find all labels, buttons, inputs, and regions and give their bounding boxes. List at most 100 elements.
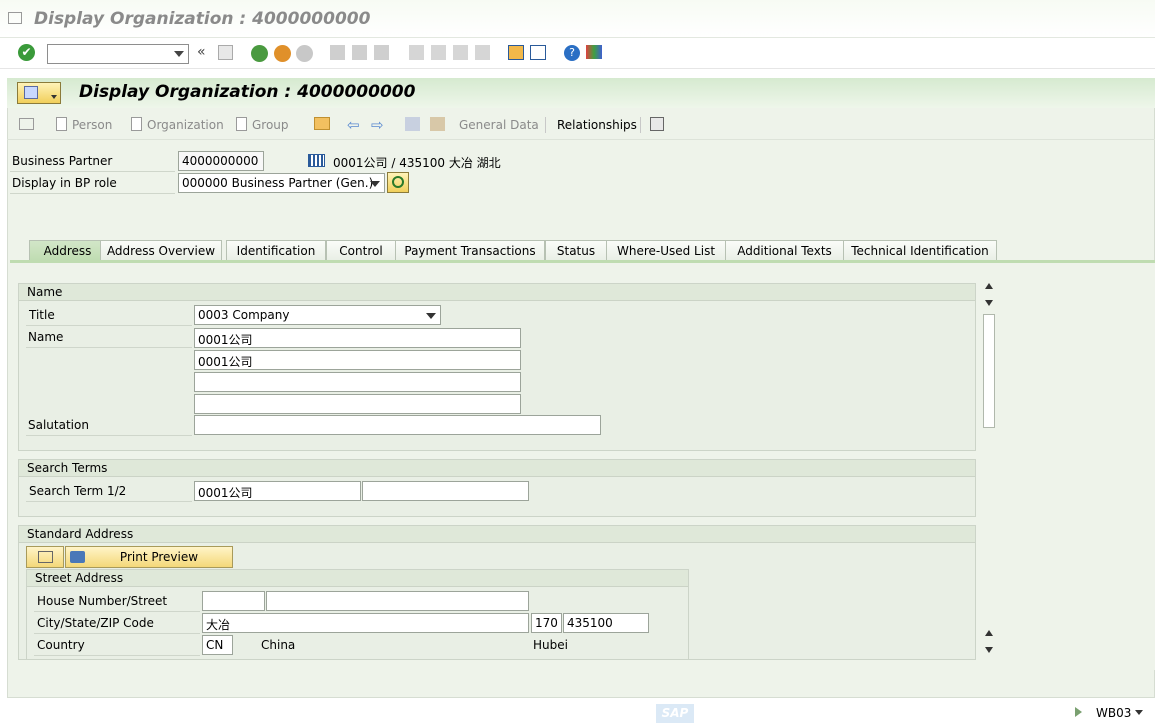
business-partner-field[interactable]: 4000000000: [178, 151, 264, 171]
collapse-icon[interactable]: «: [197, 44, 206, 60]
tab-status[interactable]: Status: [545, 240, 607, 261]
address-nav-button[interactable]: [26, 546, 64, 568]
print-icon[interactable]: [330, 45, 345, 60]
name-1-field[interactable]: 0001公司: [194, 328, 521, 348]
title-label: Title: [29, 308, 55, 322]
magnifier-icon: [392, 176, 404, 188]
label-underline: [26, 501, 192, 502]
screen-header: Display Organization : 4000000000: [7, 78, 1155, 108]
country-code-field[interactable]: CN: [202, 635, 233, 655]
new-session-icon[interactable]: [508, 45, 524, 60]
create-organization-button[interactable]: Organization: [147, 118, 224, 132]
name-3-field[interactable]: [194, 372, 521, 392]
tab-where-used-list[interactable]: Where-Used List: [606, 240, 726, 261]
printer-icon: [70, 551, 85, 563]
relationships-button[interactable]: Relationships: [557, 118, 637, 132]
city-field[interactable]: 大冶: [202, 613, 529, 633]
tab-address[interactable]: Address: [29, 240, 106, 261]
house-number-field[interactable]: [202, 591, 265, 611]
relationship-network-icon[interactable]: [650, 117, 664, 131]
arrow-right-icon[interactable]: ⇨: [371, 116, 384, 134]
window-title: Display Organization : 4000000000: [34, 9, 371, 29]
enter-icon[interactable]: ✔: [18, 44, 35, 61]
find-next-icon[interactable]: [374, 45, 389, 60]
tab-address-overview[interactable]: Address Overview: [100, 240, 222, 261]
scroll-down-icon[interactable]: [985, 647, 993, 653]
name-4-field[interactable]: [194, 394, 521, 414]
scroll-thumb[interactable]: [983, 314, 995, 428]
command-field[interactable]: [47, 44, 189, 64]
label-underline: [26, 435, 192, 436]
switch-mode-button[interactable]: [17, 82, 61, 104]
customize-layout-icon[interactable]: [586, 45, 602, 59]
bp-role-value: 000000 Business Partner (Gen.): [182, 176, 374, 190]
find-icon[interactable]: [352, 45, 367, 60]
label-underline: [10, 193, 175, 194]
prev-page-icon[interactable]: [431, 45, 446, 60]
general-data-button[interactable]: General Data: [459, 118, 539, 132]
create-group-button[interactable]: Group: [252, 118, 289, 132]
chevron-down-icon[interactable]: [426, 313, 436, 319]
salutation-field[interactable]: [194, 415, 601, 435]
label-underline: [10, 171, 175, 172]
arrow-left-icon[interactable]: ⇦: [347, 116, 360, 134]
title-value: 0003 Company: [198, 308, 290, 322]
search-term-2-field[interactable]: [362, 481, 529, 501]
tab-identification[interactable]: Identification: [226, 240, 326, 261]
last-page-icon[interactable]: [475, 45, 490, 60]
exit-menu-icon[interactable]: [8, 12, 22, 24]
label-underline: [34, 655, 200, 656]
name-group-header: Name: [19, 284, 975, 301]
create-person-button[interactable]: Person: [72, 118, 112, 132]
group-doc-icon: [236, 117, 247, 131]
title-select[interactable]: 0003 Company: [194, 305, 441, 325]
standard-address-header: Standard Address: [19, 526, 975, 543]
house-number-label: House Number/Street: [37, 594, 168, 608]
scroll-down-icon[interactable]: [985, 300, 993, 306]
chevron-down-icon: [51, 95, 57, 99]
salutation-label: Salutation: [28, 418, 89, 432]
list-icon[interactable]: [19, 118, 34, 130]
label-underline: [34, 633, 200, 634]
chevron-down-icon[interactable]: [1135, 710, 1143, 715]
tab-control[interactable]: Control: [326, 240, 396, 261]
where-used-icon[interactable]: [430, 117, 445, 131]
display-change-icon: [24, 86, 38, 99]
country-label: Country: [37, 638, 85, 652]
system-info[interactable]: WB03: [1096, 706, 1131, 720]
cancel-icon[interactable]: [296, 45, 313, 62]
state-field[interactable]: 170: [531, 613, 562, 633]
chevron-down-icon[interactable]: [174, 51, 184, 57]
toolbar-separator: [545, 117, 546, 133]
role-search-button[interactable]: [387, 172, 409, 193]
tab-technical-identification[interactable]: Technical Identification: [843, 240, 997, 261]
open-folder-icon[interactable]: [314, 117, 330, 130]
next-page-icon[interactable]: [453, 45, 468, 60]
street-address-header: Street Address: [27, 570, 688, 587]
chevron-down-icon[interactable]: [370, 181, 380, 187]
tab-additional-texts[interactable]: Additional Texts: [725, 240, 844, 261]
business-partner-label: Business Partner: [12, 154, 113, 168]
vertical-scrollbar[interactable]: [982, 280, 996, 660]
status-expand-icon[interactable]: [1075, 707, 1082, 717]
scroll-up-icon[interactable]: [985, 283, 993, 289]
first-page-icon[interactable]: [409, 45, 424, 60]
exit-icon[interactable]: [274, 45, 291, 62]
name-label: Name: [28, 330, 64, 344]
edit-pencil-icon[interactable]: [405, 117, 420, 131]
help-icon[interactable]: ?: [564, 45, 580, 61]
search-term-1-field[interactable]: 0001公司: [194, 481, 361, 501]
street-field[interactable]: [266, 591, 529, 611]
shortcut-icon[interactable]: [530, 45, 546, 60]
scroll-up-icon[interactable]: [985, 630, 993, 636]
tab-payment-transactions[interactable]: Payment Transactions: [395, 240, 545, 261]
print-preview-button[interactable]: Print Preview: [65, 546, 233, 568]
country-name: China: [261, 638, 296, 652]
organization-doc-icon: [131, 117, 142, 131]
back-icon[interactable]: [251, 45, 268, 62]
save-icon[interactable]: [218, 45, 233, 60]
name-2-field[interactable]: 0001公司: [194, 350, 521, 370]
page-title: Display Organization : 4000000000: [79, 82, 416, 102]
bp-role-select[interactable]: 000000 Business Partner (Gen.): [178, 173, 385, 193]
zip-field[interactable]: 435100: [563, 613, 649, 633]
